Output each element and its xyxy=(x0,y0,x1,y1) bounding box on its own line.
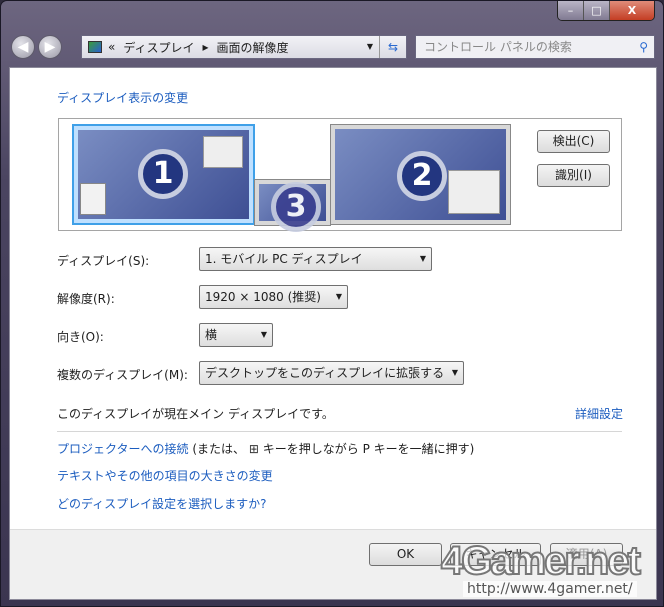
watermark-logo: 4Gamer.net xyxy=(440,538,642,584)
identify-button[interactable]: 識別(I) xyxy=(537,164,610,187)
window: – □ X ◀ ▶ « ディスプレイ ▸ 画面の解像度 ▼ ⇆ コントロール パ… xyxy=(0,0,664,607)
control-panel-thumbnail-icon xyxy=(448,170,500,214)
monitor-2[interactable]: 2 xyxy=(331,125,510,224)
orientation-label: 向き(O): xyxy=(57,330,104,344)
monitor-1[interactable]: 1 xyxy=(74,126,253,223)
windows-key-icon: ⊞ xyxy=(248,442,259,456)
control-panel-icon xyxy=(88,41,102,53)
monitor-2-badge: 2 xyxy=(397,151,447,201)
monitor-3-badge: 3 xyxy=(271,182,321,232)
orientation-select[interactable]: 横 xyxy=(199,323,273,347)
page-title: ディスプレイ表示の変更 xyxy=(57,91,189,105)
projector-link[interactable]: プロジェクターへの接続 xyxy=(57,442,189,456)
detect-button[interactable]: 検出(C) xyxy=(537,130,610,153)
main-display-text: このディスプレイが現在メイン ディスプレイです。 xyxy=(57,407,334,421)
ok-button[interactable]: OK xyxy=(369,543,442,566)
refresh-icon[interactable]: ⇆ xyxy=(380,40,406,54)
maximize-button[interactable]: □ xyxy=(584,1,610,20)
divider xyxy=(57,431,622,432)
resolution-select[interactable]: 1920 × 1080 (推奨) xyxy=(199,285,348,309)
forward-button[interactable]: ▶ xyxy=(38,35,62,59)
breadcrumb-resolution[interactable]: 画面の解像度 xyxy=(217,39,289,56)
resolution-label: 解像度(R): xyxy=(57,292,115,306)
multiple-displays-select[interactable]: デスクトップをこのディスプレイに拡張する xyxy=(199,361,464,385)
watermark-url: http://www.4gamer.net/ xyxy=(463,581,637,597)
display-select[interactable]: 1. モバイル PC ディスプレイ xyxy=(199,247,432,271)
address-bar[interactable]: « ディスプレイ ▸ 画面の解像度 ▼ ⇆ xyxy=(81,35,407,59)
advanced-settings-link[interactable]: 詳細設定 xyxy=(575,405,623,422)
which-settings-link[interactable]: どのディスプレイ設定を選択しますか? xyxy=(57,495,267,512)
display-label: ディスプレイ(S): xyxy=(57,254,150,268)
monitor-3[interactable]: 3 xyxy=(255,180,330,232)
breadcrumb-overflow[interactable]: « xyxy=(108,40,115,54)
breadcrumb-display[interactable]: ディスプレイ xyxy=(123,39,194,56)
projector-hint: (または、 xyxy=(192,442,246,456)
search-icon[interactable]: ⚲ xyxy=(639,36,648,58)
projector-hint-2: キーを押しながら P キーを一緒に押す) xyxy=(262,442,475,456)
caption-buttons: – □ X xyxy=(557,1,655,21)
close-button[interactable]: X xyxy=(610,1,654,20)
search-input[interactable]: コントロール パネルの検索 ⚲ xyxy=(415,35,655,59)
monitor-1-badge: 1 xyxy=(138,149,188,199)
text-size-link[interactable]: テキストやその他の項目の大きさの変更 xyxy=(57,467,273,484)
content-area: ディスプレイ表示の変更 1 3 2 検出(C) 識別(I) ディスプレイ(S):… xyxy=(9,67,657,600)
multiple-displays-label: 複数のディスプレイ(M): xyxy=(57,368,188,382)
window-thumbnail-icon xyxy=(203,136,243,168)
back-button[interactable]: ◀ xyxy=(11,35,35,59)
breadcrumb-arrow-icon[interactable]: ▸ xyxy=(203,40,209,54)
start-menu-thumbnail-icon xyxy=(80,183,106,215)
minimize-button[interactable]: – xyxy=(558,1,584,20)
history-dropdown-icon[interactable]: ▼ xyxy=(361,36,380,58)
